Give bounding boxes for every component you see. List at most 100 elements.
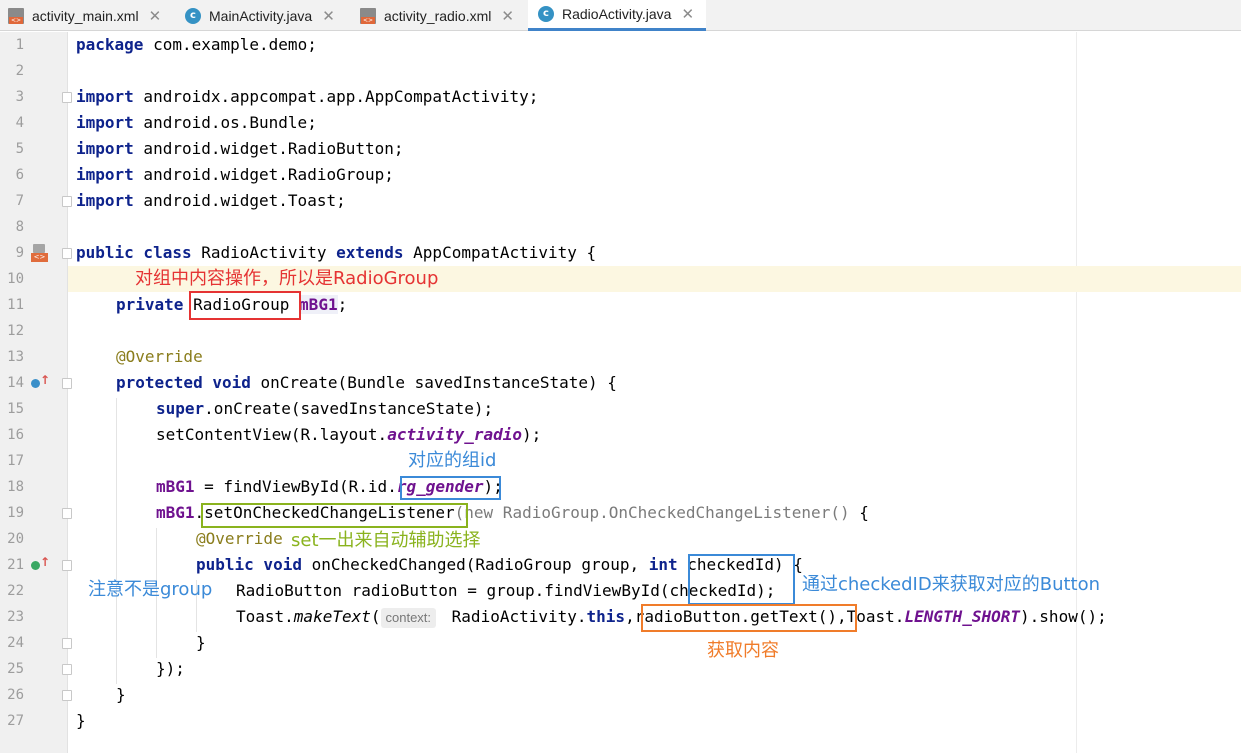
method-dot bbox=[31, 561, 40, 570]
code-line-24[interactable]: } bbox=[196, 630, 206, 656]
line-number: 18 bbox=[7, 479, 24, 495]
code-line-7[interactable]: import android.widget.Toast; bbox=[76, 188, 346, 214]
field-name: mBG1 bbox=[299, 295, 338, 314]
code-text: android.os.Bundle; bbox=[133, 113, 317, 132]
code-text: onCreate(Bundle savedInstanceState) { bbox=[250, 373, 617, 392]
code-text: } bbox=[196, 633, 206, 652]
line-number: 9 bbox=[15, 245, 24, 261]
keyword: new bbox=[464, 503, 494, 522]
code-line-1[interactable]: package com.example.demo; bbox=[76, 32, 317, 58]
java-class-icon: c bbox=[185, 7, 201, 24]
code-text: } bbox=[76, 711, 86, 730]
keyword: public void bbox=[196, 555, 302, 574]
code-text: RadioActivity. bbox=[442, 607, 587, 626]
fold-marker-icon[interactable] bbox=[62, 378, 72, 389]
fold-marker-icon[interactable] bbox=[62, 638, 72, 649]
code-text: = findViewById(R.id. bbox=[194, 477, 397, 496]
line-number: 25 bbox=[7, 661, 24, 677]
class-gutter-icon[interactable]: <> bbox=[31, 244, 48, 262]
tab-activity-main-xml[interactable]: activity_main.xml ✕ bbox=[8, 0, 161, 31]
code-line-4[interactable]: import android.os.Bundle; bbox=[76, 110, 317, 136]
close-icon[interactable]: ✕ bbox=[149, 7, 162, 25]
fold-marker-icon[interactable] bbox=[62, 560, 72, 571]
code-text: android.widget.RadioGroup; bbox=[133, 165, 394, 184]
close-icon[interactable]: ✕ bbox=[501, 7, 514, 25]
code-line-15[interactable]: super.onCreate(savedInstanceState); bbox=[156, 396, 493, 422]
fold-marker-icon[interactable] bbox=[62, 196, 72, 207]
code-text: com.example.demo; bbox=[143, 35, 317, 54]
tab-label: activity_radio.xml bbox=[384, 7, 492, 24]
line-number: 21 bbox=[7, 557, 24, 573]
overrides-method-icon[interactable]: ↑ bbox=[31, 373, 50, 390]
code-text: setContentView(R.layout. bbox=[156, 425, 388, 444]
anonymous-class: RadioGroup.OnCheckedChangeListener() bbox=[493, 503, 850, 522]
radiogroup-note: 对组中内容操作，所以是RadioGroup bbox=[135, 268, 439, 289]
class-gutter-icon-top bbox=[33, 244, 45, 253]
group-id-highlight-box bbox=[400, 476, 501, 500]
line-number: 11 bbox=[7, 297, 24, 313]
class-name: RadioActivity bbox=[191, 243, 337, 262]
tab-activity-radio-xml[interactable]: activity_radio.xml ✕ bbox=[360, 0, 514, 31]
annotation: @Override bbox=[196, 529, 283, 548]
checked-id-highlight-box bbox=[688, 554, 795, 605]
close-icon[interactable]: ✕ bbox=[681, 5, 694, 23]
code-line-25[interactable]: }); bbox=[156, 656, 185, 682]
code-line-5[interactable]: import android.widget.RadioButton; bbox=[76, 136, 404, 162]
code-line-27[interactable]: } bbox=[76, 708, 86, 734]
line-number: 15 bbox=[7, 401, 24, 417]
line-number: 17 bbox=[7, 453, 24, 469]
line-number: 27 bbox=[7, 713, 24, 729]
field-name: mBG1 bbox=[156, 477, 195, 496]
code-text: } bbox=[116, 685, 126, 704]
code-line-26[interactable]: } bbox=[116, 682, 126, 708]
line-number: 14 bbox=[7, 375, 24, 391]
keyword: int bbox=[648, 555, 678, 574]
line-number: 7 bbox=[15, 193, 24, 209]
line-number: 22 bbox=[7, 583, 24, 599]
line-number: 19 bbox=[7, 505, 24, 521]
code-line-14[interactable]: protected void onCreate(Bundle savedInst… bbox=[116, 370, 617, 396]
code-line-20[interactable]: @Override bbox=[196, 526, 283, 552]
code-line-16[interactable]: setContentView(R.layout.activity_radio); bbox=[156, 422, 541, 448]
code-text: { bbox=[849, 503, 869, 522]
static-field: activity_radio bbox=[387, 425, 523, 444]
xml-file-icon bbox=[360, 7, 376, 24]
code-text: androidx.appcompat.app.AppCompatActivity… bbox=[133, 87, 539, 106]
tab-radio-activity-java[interactable]: c RadioActivity.java ✕ bbox=[528, 0, 707, 31]
get-text-highlight-box bbox=[641, 604, 857, 632]
fold-marker-icon[interactable] bbox=[62, 690, 72, 701]
keyword: import bbox=[76, 165, 134, 184]
code-line-3[interactable]: import androidx.appcompat.app.AppCompatA… bbox=[76, 84, 538, 110]
right-margin-guide bbox=[1076, 32, 1077, 753]
keyword: import bbox=[76, 139, 134, 158]
keyword: this bbox=[586, 607, 626, 626]
tab-main-activity-java[interactable]: c MainActivity.java ✕ bbox=[185, 0, 335, 31]
annotation: @Override bbox=[116, 347, 203, 366]
editor-tab-bar: activity_main.xml ✕ c MainActivity.java … bbox=[0, 0, 1241, 31]
keyword: public class bbox=[76, 243, 192, 262]
line-number: 2 bbox=[15, 63, 24, 79]
fold-marker-icon[interactable] bbox=[62, 508, 72, 519]
code-line-9[interactable]: public class RadioActivity extends AppCo… bbox=[76, 240, 596, 266]
code-text: android.widget.Toast; bbox=[133, 191, 346, 210]
listener-highlight-box bbox=[201, 503, 468, 528]
line-number: 3 bbox=[15, 89, 24, 105]
xml-file-icon bbox=[8, 7, 24, 24]
not-group-note: 注意不是group bbox=[88, 579, 213, 600]
line-number: 26 bbox=[7, 687, 24, 703]
code-line-13[interactable]: @Override bbox=[116, 344, 203, 370]
indent-guide bbox=[116, 398, 117, 684]
fold-marker-icon[interactable] bbox=[62, 664, 72, 675]
fold-marker-icon[interactable] bbox=[62, 92, 72, 103]
tab-label: RadioActivity.java bbox=[562, 6, 672, 22]
code-line-6[interactable]: import android.widget.RadioGroup; bbox=[76, 162, 394, 188]
radiogroup-highlight-box bbox=[189, 291, 301, 320]
keyword: import bbox=[76, 87, 134, 106]
fold-marker-icon[interactable] bbox=[62, 248, 72, 259]
line-number: 6 bbox=[15, 167, 24, 183]
line-number: 1 bbox=[15, 37, 24, 53]
static-field: LENGTH_SHORT bbox=[904, 607, 1021, 626]
close-icon[interactable]: ✕ bbox=[322, 7, 335, 25]
get-text-note: 获取内容 bbox=[707, 640, 779, 661]
implements-method-icon[interactable]: ↑ bbox=[31, 555, 50, 572]
